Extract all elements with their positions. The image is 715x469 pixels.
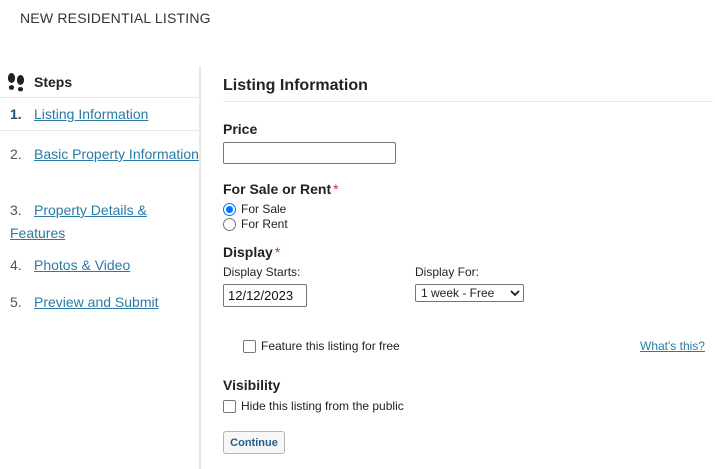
step-link[interactable]: Preview and Submit xyxy=(34,294,159,310)
page-title: NEW RESIDENTIAL LISTING xyxy=(20,10,211,26)
feature-listing-option[interactable]: Feature this listing for free xyxy=(243,339,400,353)
hide-listing-option[interactable]: Hide this listing from the public xyxy=(223,399,404,413)
step-number: 5. xyxy=(10,294,22,310)
display-starts-label: Display Starts: xyxy=(223,265,301,279)
whats-this-link[interactable]: What's this? xyxy=(640,339,705,353)
step-link[interactable]: Basic Property Information xyxy=(34,146,199,162)
step-preview-submit[interactable]: 5. Preview and Submit xyxy=(0,284,199,321)
sale-rent-label-text: For Sale or Rent xyxy=(223,181,332,197)
for-sale-radio[interactable] xyxy=(223,202,236,216)
step-number: 3. xyxy=(10,202,22,218)
step-link[interactable]: Photos & Video xyxy=(34,257,130,273)
for-sale-option[interactable]: For Sale xyxy=(223,202,286,216)
section-title: Listing Information xyxy=(223,66,713,102)
for-rent-label: For Rent xyxy=(241,217,288,231)
display-starts-input[interactable]: 12/12/2023 xyxy=(223,284,307,307)
step-photos-video[interactable]: 4. Photos & Video xyxy=(0,247,199,284)
footprints-icon xyxy=(7,72,25,91)
hide-listing-label: Hide this listing from the public xyxy=(241,399,404,413)
step-link[interactable]: Listing Information xyxy=(34,106,148,122)
steps-sidebar: Steps 1. Listing Information 2. Basic Prop… xyxy=(0,66,201,469)
steps-header: Steps xyxy=(0,66,199,98)
step-basic-property-information[interactable]: 2. Basic Property Information xyxy=(0,131,199,189)
feature-listing-checkbox[interactable] xyxy=(243,339,256,353)
sale-rent-label: For Sale or Rent * xyxy=(223,181,339,197)
for-rent-radio[interactable] xyxy=(223,217,236,231)
step-listing-information[interactable]: 1. Listing Information xyxy=(0,98,199,131)
for-rent-option[interactable]: For Rent xyxy=(223,217,288,231)
step-number: 4. xyxy=(10,257,22,273)
step-number: 2. xyxy=(10,146,22,162)
step-number: 1. xyxy=(10,106,22,122)
price-input[interactable] xyxy=(223,142,396,164)
display-for-value: 1 week - Free xyxy=(421,286,495,300)
step-property-details-features[interactable]: 3. Property Details & Features xyxy=(0,189,199,247)
display-label: Display * xyxy=(223,244,280,260)
display-for-select[interactable]: 1 week - Free xyxy=(415,284,524,302)
steps-title: Steps xyxy=(34,73,73,90)
listing-form: Listing Information xyxy=(223,66,713,102)
display-for-label: Display For: xyxy=(415,265,480,279)
visibility-label: Visibility xyxy=(223,377,281,393)
feature-listing-label: Feature this listing for free xyxy=(261,339,400,353)
continue-button[interactable]: Continue xyxy=(223,431,285,454)
required-asterisk: * xyxy=(274,244,281,260)
required-asterisk: * xyxy=(333,181,339,197)
display-label-text: Display xyxy=(223,244,273,260)
price-label: Price xyxy=(223,121,258,137)
chevron-down-icon xyxy=(507,286,523,300)
for-sale-label: For Sale xyxy=(241,202,287,216)
hide-listing-checkbox[interactable] xyxy=(223,399,236,413)
